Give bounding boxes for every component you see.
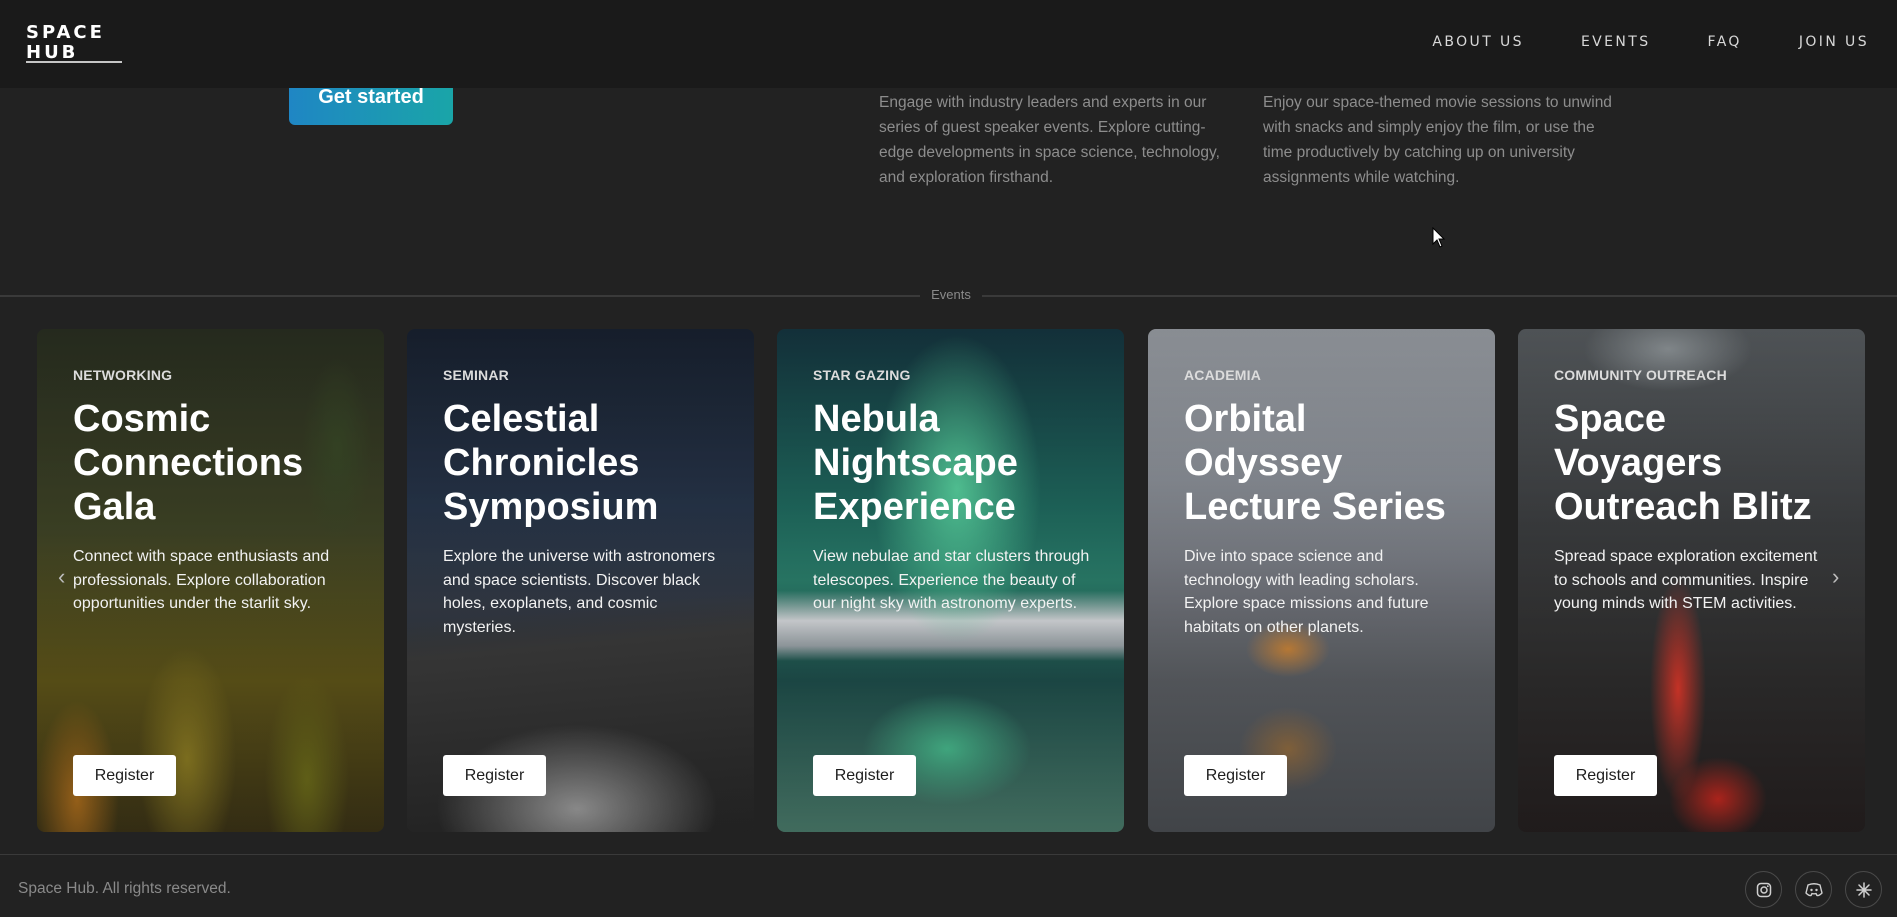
event-tag: NETWORKING: [73, 367, 173, 383]
footer-divider: [0, 854, 1897, 855]
guest-speaker-description: Engage with industry leaders and experts…: [879, 94, 1220, 186]
event-card-nebula-nightscape: STAR GAZING Nebula Nightscape Experience…: [777, 329, 1124, 832]
event-title: Orbital Odyssey Lecture Series: [1184, 398, 1446, 528]
event-tag: STAR GAZING: [813, 367, 911, 383]
register-button[interactable]: Register: [73, 755, 176, 796]
event-title: Cosmic Connections Gala: [73, 398, 304, 528]
nav-events[interactable]: EVENTS: [1581, 34, 1651, 50]
register-button[interactable]: Register: [1184, 755, 1287, 796]
section-divider-right: [982, 295, 1897, 297]
register-button[interactable]: Register: [443, 755, 546, 796]
register-button[interactable]: Register: [1554, 755, 1657, 796]
event-tag: SEMINAR: [443, 367, 509, 383]
mouse-cursor-icon: [1432, 227, 1446, 248]
nav-faq[interactable]: FAQ: [1708, 34, 1742, 50]
event-card-cosmic-connections: NETWORKING Cosmic Connections Gala Conne…: [37, 329, 384, 832]
section-divider-left: [0, 295, 920, 297]
event-description: View nebulae and star clusters through t…: [813, 548, 1090, 612]
event-tag: COMMUNITY OUTREACH: [1554, 367, 1727, 383]
copyright-text: Space Hub. All rights reserved.: [18, 880, 231, 897]
site-header: SPACE HUB ABOUT US EVENTS FAQ JOIN US: [0, 0, 1897, 88]
svg-text:SPACE: SPACE: [26, 22, 105, 43]
space-hub-logo[interactable]: SPACE HUB: [26, 20, 146, 64]
register-button[interactable]: Register: [813, 755, 916, 796]
event-card-celestial-chronicles: SEMINAR Celestial Chronicles Symposium E…: [407, 329, 754, 832]
event-card-space-voyagers: COMMUNITY OUTREACH Space Voyagers Outrea…: [1518, 329, 1865, 832]
events-section-label: Events: [931, 287, 971, 302]
event-description: Dive into space science and technology w…: [1184, 548, 1429, 636]
event-description: Connect with space enthusiasts and profe…: [73, 548, 330, 612]
svg-text:HUB: HUB: [26, 42, 78, 63]
nav-join-us[interactable]: JOIN US: [1799, 34, 1869, 50]
asterisk-icon[interactable]: [1845, 871, 1882, 908]
event-card-orbital-odyssey: ACADEMIA Orbital Odyssey Lecture Series …: [1148, 329, 1495, 832]
movie-session-description: Enjoy our space-themed movie sessions to…: [1263, 94, 1612, 186]
event-title: Nebula Nightscape Experience: [813, 398, 1018, 528]
nav-about-us[interactable]: ABOUT US: [1432, 34, 1524, 50]
event-description: Explore the universe with astronomers an…: [443, 548, 716, 636]
event-description: Spread space exploration excitement to s…: [1554, 548, 1818, 612]
event-title: Celestial Chronicles Symposium: [443, 398, 659, 528]
main-nav: ABOUT US EVENTS FAQ JOIN US: [1432, 34, 1869, 50]
instagram-icon[interactable]: [1745, 871, 1782, 908]
carousel-prev-icon[interactable]: ‹: [58, 566, 65, 588]
event-title: Space Voyagers Outreach Blitz: [1554, 398, 1812, 528]
carousel-next-icon[interactable]: ›: [1832, 566, 1839, 588]
discord-icon[interactable]: [1795, 871, 1832, 908]
logo-wordmark: SPACE HUB: [26, 22, 122, 63]
event-tag: ACADEMIA: [1184, 367, 1262, 383]
